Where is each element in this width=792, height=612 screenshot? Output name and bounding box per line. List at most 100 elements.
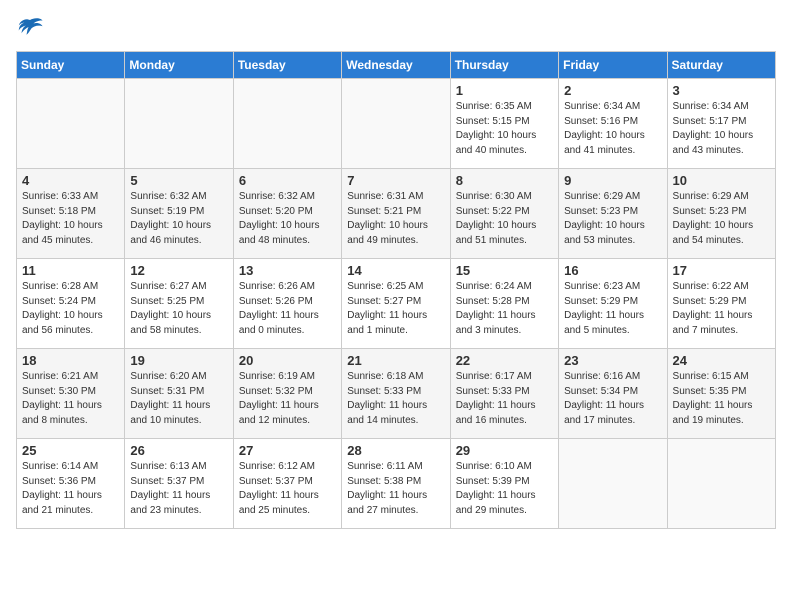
day-number: 14 xyxy=(347,263,444,278)
day-number: 6 xyxy=(239,173,336,188)
day-number: 24 xyxy=(673,353,770,368)
calendar-cell: 23 Sunrise: 6:16 AM Sunset: 5:34 PM Dayli… xyxy=(559,349,667,439)
calendar-cell: 28 Sunrise: 6:11 AM Sunset: 5:38 PM Dayli… xyxy=(342,439,450,529)
day-info: Sunrise: 6:34 AM Sunset: 5:16 PM Dayligh… xyxy=(564,100,661,158)
calendar-cell: 26 Sunrise: 6:13 AM Sunset: 5:37 PM Dayli… xyxy=(125,439,233,529)
day-info: Sunrise: 6:20 AM Sunset: 5:31 PM Dayligh… xyxy=(130,370,227,428)
day-number: 2 xyxy=(564,83,661,98)
calendar-cell: 4 Sunrise: 6:33 AM Sunset: 5:18 PM Daylig… xyxy=(17,169,125,259)
calendar-cell: 9Sunrise: 6:29 AM Sunset: 5:23 PM Daylig… xyxy=(559,169,667,259)
day-number: 20 xyxy=(239,353,336,368)
calendar-cell: 21 Sunrise: 6:18 AM Sunset: 5:33 PM Dayli… xyxy=(342,349,450,439)
calendar-cell: 8 Sunrise: 6:30 AM Sunset: 5:22 PM Daylig… xyxy=(450,169,558,259)
day-info: Sunrise: 6:14 AM Sunset: 5:36 PM Dayligh… xyxy=(22,460,119,518)
calendar-cell: 29 Sunrise: 6:10 AM Sunset: 5:39 PM Dayli… xyxy=(450,439,558,529)
logo xyxy=(16,16,48,43)
day-info: Sunrise: 6:15 AM Sunset: 5:35 PM Dayligh… xyxy=(673,370,770,428)
calendar-cell: 12 Sunrise: 6:27 AM Sunset: 5:25 PM Dayli… xyxy=(125,259,233,349)
day-of-week-header: Wednesday xyxy=(342,52,450,79)
day-info: Sunrise: 6:35 AM Sunset: 5:15 PM Dayligh… xyxy=(456,100,553,158)
day-of-week-header: Tuesday xyxy=(233,52,341,79)
day-info: Sunrise: 6:19 AM Sunset: 5:32 PM Dayligh… xyxy=(239,370,336,428)
calendar-cell xyxy=(125,79,233,169)
day-number: 28 xyxy=(347,443,444,458)
day-of-week-header: Sunday xyxy=(17,52,125,79)
day-number: 26 xyxy=(130,443,227,458)
calendar-cell xyxy=(667,439,775,529)
day-of-week-header: Friday xyxy=(559,52,667,79)
calendar-cell: 20 Sunrise: 6:19 AM Sunset: 5:32 PM Dayli… xyxy=(233,349,341,439)
day-number: 17 xyxy=(673,263,770,278)
day-info: Sunrise: 6:26 AM Sunset: 5:26 PM Dayligh… xyxy=(239,280,336,338)
day-info: Sunrise: 6:32 AM Sunset: 5:19 PM Dayligh… xyxy=(130,190,227,248)
day-info: Sunrise: 6:33 AM Sunset: 5:18 PM Dayligh… xyxy=(22,190,119,248)
day-number: 4 xyxy=(22,173,119,188)
calendar-cell: 15 Sunrise: 6:24 AM Sunset: 5:28 PM Dayli… xyxy=(450,259,558,349)
day-info: Sunrise: 6:13 AM Sunset: 5:37 PM Dayligh… xyxy=(130,460,227,518)
day-number: 25 xyxy=(22,443,119,458)
calendar-cell: 2 Sunrise: 6:34 AM Sunset: 5:16 PM Daylig… xyxy=(559,79,667,169)
day-number: 9 xyxy=(564,173,661,188)
day-info: Sunrise: 6:27 AM Sunset: 5:25 PM Dayligh… xyxy=(130,280,227,338)
day-number: 3 xyxy=(673,83,770,98)
calendar-cell: 27 Sunrise: 6:12 AM Sunset: 5:37 PM Dayli… xyxy=(233,439,341,529)
calendar-cell: 11 Sunrise: 6:28 AM Sunset: 5:24 PM Dayli… xyxy=(17,259,125,349)
day-number: 27 xyxy=(239,443,336,458)
day-info: Sunrise: 6:31 AM Sunset: 5:21 PM Dayligh… xyxy=(347,190,444,248)
day-number: 8 xyxy=(456,173,553,188)
day-info: Sunrise: 6:22 AM Sunset: 5:29 PM Dayligh… xyxy=(673,280,770,338)
calendar-cell: 10 Sunrise: 6:29 AM Sunset: 5:23 PM Dayli… xyxy=(667,169,775,259)
calendar-table: SundayMondayTuesdayWednesdayThursdayFrid… xyxy=(16,51,776,529)
day-info: Sunrise: 6:16 AM Sunset: 5:34 PM Dayligh… xyxy=(564,370,661,428)
calendar-cell: 1 Sunrise: 6:35 AM Sunset: 5:15 PM Daylig… xyxy=(450,79,558,169)
calendar-cell: 13 Sunrise: 6:26 AM Sunset: 5:26 PM Dayli… xyxy=(233,259,341,349)
calendar-cell: 24 Sunrise: 6:15 AM Sunset: 5:35 PM Dayli… xyxy=(667,349,775,439)
day-info: Sunrise: 6:17 AM Sunset: 5:33 PM Dayligh… xyxy=(456,370,553,428)
day-number: 22 xyxy=(456,353,553,368)
day-number: 10 xyxy=(673,173,770,188)
day-number: 19 xyxy=(130,353,227,368)
day-info: Sunrise: 6:10 AM Sunset: 5:39 PM Dayligh… xyxy=(456,460,553,518)
day-info: Sunrise: 6:24 AM Sunset: 5:28 PM Dayligh… xyxy=(456,280,553,338)
calendar-cell xyxy=(233,79,341,169)
calendar-cell: 22 Sunrise: 6:17 AM Sunset: 5:33 PM Dayli… xyxy=(450,349,558,439)
day-of-week-header: Monday xyxy=(125,52,233,79)
day-number: 1 xyxy=(456,83,553,98)
day-number: 7 xyxy=(347,173,444,188)
day-number: 15 xyxy=(456,263,553,278)
day-number: 13 xyxy=(239,263,336,278)
day-number: 18 xyxy=(22,353,119,368)
calendar-cell: 7 Sunrise: 6:31 AM Sunset: 5:21 PM Daylig… xyxy=(342,169,450,259)
day-number: 29 xyxy=(456,443,553,458)
day-of-week-header: Thursday xyxy=(450,52,558,79)
day-number: 23 xyxy=(564,353,661,368)
calendar-cell: 6 Sunrise: 6:32 AM Sunset: 5:20 PM Daylig… xyxy=(233,169,341,259)
day-info: Sunrise: 6:23 AM Sunset: 5:29 PM Dayligh… xyxy=(564,280,661,338)
day-number: 11 xyxy=(22,263,119,278)
calendar-cell: 19 Sunrise: 6:20 AM Sunset: 5:31 PM Dayli… xyxy=(125,349,233,439)
calendar-cell: 5 Sunrise: 6:32 AM Sunset: 5:19 PM Daylig… xyxy=(125,169,233,259)
calendar-cell: 25 Sunrise: 6:14 AM Sunset: 5:36 PM Dayli… xyxy=(17,439,125,529)
day-info: Sunrise: 6:21 AM Sunset: 5:30 PM Dayligh… xyxy=(22,370,119,428)
day-info: Sunrise: 6:30 AM Sunset: 5:22 PM Dayligh… xyxy=(456,190,553,248)
calendar-cell: 3Sunrise: 6:34 AM Sunset: 5:17 PM Daylig… xyxy=(667,79,775,169)
day-info: Sunrise: 6:29 AM Sunset: 5:23 PM Dayligh… xyxy=(673,190,770,248)
calendar-cell xyxy=(342,79,450,169)
calendar-cell: 18 Sunrise: 6:21 AM Sunset: 5:30 PM Dayli… xyxy=(17,349,125,439)
day-info: Sunrise: 6:32 AM Sunset: 5:20 PM Dayligh… xyxy=(239,190,336,248)
day-number: 12 xyxy=(130,263,227,278)
day-number: 5 xyxy=(130,173,227,188)
day-info: Sunrise: 6:11 AM Sunset: 5:38 PM Dayligh… xyxy=(347,460,444,518)
day-info: Sunrise: 6:12 AM Sunset: 5:37 PM Dayligh… xyxy=(239,460,336,518)
calendar-cell xyxy=(559,439,667,529)
day-info: Sunrise: 6:25 AM Sunset: 5:27 PM Dayligh… xyxy=(347,280,444,338)
day-of-week-header: Saturday xyxy=(667,52,775,79)
day-number: 21 xyxy=(347,353,444,368)
day-number: 16 xyxy=(564,263,661,278)
day-info: Sunrise: 6:18 AM Sunset: 5:33 PM Dayligh… xyxy=(347,370,444,428)
calendar-cell xyxy=(17,79,125,169)
calendar-cell: 14 Sunrise: 6:25 AM Sunset: 5:27 PM Dayli… xyxy=(342,259,450,349)
calendar-cell: 17 Sunrise: 6:22 AM Sunset: 5:29 PM Dayli… xyxy=(667,259,775,349)
day-info: Sunrise: 6:28 AM Sunset: 5:24 PM Dayligh… xyxy=(22,280,119,338)
calendar-cell: 16 Sunrise: 6:23 AM Sunset: 5:29 PM Dayli… xyxy=(559,259,667,349)
